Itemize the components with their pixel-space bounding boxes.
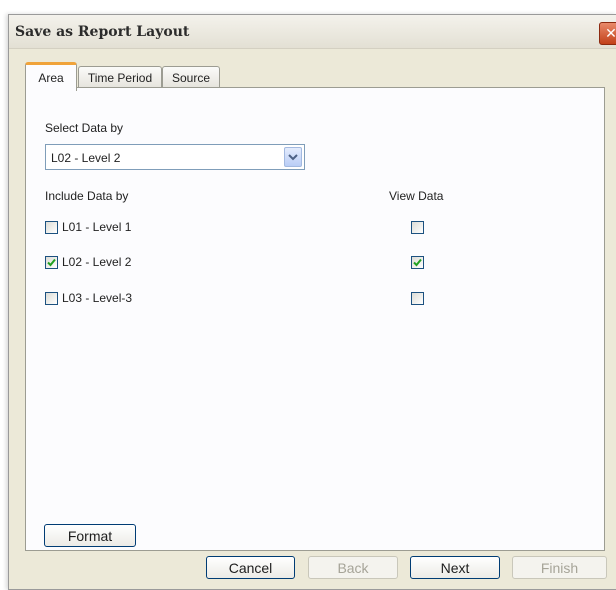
tab-time-period[interactable]: Time Period (78, 66, 162, 88)
checkmark-icon (47, 258, 56, 267)
view-checkbox-l02[interactable] (411, 256, 424, 269)
area-tab-panel: Select Data by L02 - Level 2 Include Dat… (25, 87, 605, 551)
finish-button[interactable]: Finish (512, 556, 607, 579)
include-data-by-label: Include Data by (45, 189, 129, 203)
include-checkbox-l01[interactable] (45, 221, 58, 234)
checkmark-icon (413, 258, 422, 267)
include-checkbox-l03[interactable] (45, 292, 58, 305)
close-icon: ✕ (605, 25, 616, 42)
format-button[interactable]: Format (44, 524, 136, 547)
back-button[interactable]: Back (308, 556, 398, 579)
select-data-by-value: L02 - Level 2 (51, 151, 121, 165)
chevron-down-icon[interactable] (284, 147, 302, 167)
dialog-title: Save as Report Layout (15, 24, 190, 40)
cancel-button-label: Cancel (228, 559, 273, 576)
include-label-l01: L01 - Level 1 (62, 220, 132, 234)
select-data-by-dropdown[interactable]: L02 - Level 2 (45, 144, 305, 170)
include-label-l03: L03 - Level-3 (62, 291, 133, 305)
tab-time-period-label: Time Period (87, 70, 153, 85)
view-data-label: View Data (389, 189, 444, 203)
tab-area[interactable]: Area (25, 62, 77, 91)
title-bar: Save as Report Layout ✕ (9, 15, 616, 49)
tab-source-label: Source (171, 70, 211, 85)
view-checkbox-l03[interactable] (411, 292, 424, 305)
next-button[interactable]: Next (410, 556, 500, 579)
tab-source[interactable]: Source (162, 66, 220, 88)
include-checkbox-l02[interactable] (45, 256, 58, 269)
save-report-layout-dialog: Save as Report Layout ✕ Area Time Period… (8, 14, 616, 590)
format-button-label: Format (67, 527, 113, 544)
finish-button-label: Finish (540, 559, 579, 576)
close-button[interactable]: ✕ (599, 22, 616, 45)
cancel-button[interactable]: Cancel (206, 556, 295, 579)
tab-area-label: Area (38, 71, 64, 85)
include-label-l02: L02 - Level 2 (62, 255, 132, 269)
view-checkbox-l01[interactable] (411, 221, 424, 234)
next-button-label: Next (440, 559, 470, 576)
select-data-by-label: Select Data by (45, 121, 124, 135)
back-button-label: Back (337, 559, 369, 576)
